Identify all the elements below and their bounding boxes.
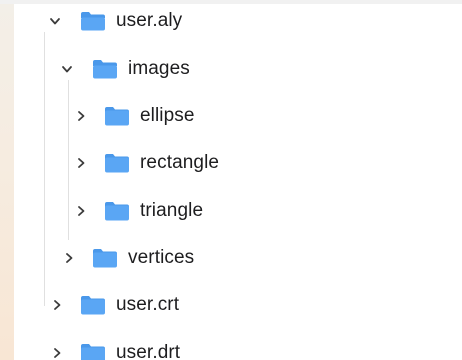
tree-item-label: images	[128, 58, 190, 79]
folder-icon	[92, 247, 118, 269]
background-strip	[0, 0, 14, 360]
tree-item-label: ellipse	[140, 105, 195, 126]
chevron-right-icon[interactable]	[50, 346, 64, 360]
file-tree-panel: user.aly images ellipse rectangle triang…	[14, 4, 462, 360]
folder-icon	[80, 342, 106, 360]
chevron-right-icon[interactable]	[74, 204, 88, 218]
chevron-down-icon[interactable]	[60, 62, 74, 76]
tree-item-label: user.drt	[116, 342, 181, 360]
tree-item-user-crt[interactable]: user.crt	[14, 290, 462, 322]
folder-icon	[80, 294, 106, 316]
tree-item-user-drt[interactable]: user.drt	[14, 338, 462, 360]
tree-item-label: user.aly	[116, 10, 183, 31]
folder-icon	[104, 152, 130, 174]
chevron-right-icon[interactable]	[74, 109, 88, 123]
tree-item-triangle[interactable]: triangle	[14, 196, 462, 228]
folder-icon	[104, 200, 130, 222]
chevron-right-icon[interactable]	[74, 156, 88, 170]
folder-icon	[104, 105, 130, 127]
folder-open-icon	[80, 10, 106, 32]
tree-item-images[interactable]: images	[14, 54, 462, 86]
chevron-down-icon[interactable]	[48, 14, 62, 28]
tree-item-label: user.crt	[116, 294, 180, 315]
folder-open-icon	[92, 58, 118, 80]
tree-item-label: rectangle	[140, 152, 220, 173]
tree-item-user-aly[interactable]: user.aly	[14, 6, 462, 38]
tree-item-label: triangle	[140, 200, 204, 221]
chevron-right-icon[interactable]	[50, 298, 64, 312]
tree-item-rectangle[interactable]: rectangle	[14, 148, 462, 180]
tree-item-label: vertices	[128, 247, 195, 268]
tree-item-vertices[interactable]: vertices	[14, 243, 462, 275]
chevron-right-icon[interactable]	[62, 251, 76, 265]
tree-item-ellipse[interactable]: ellipse	[14, 101, 462, 133]
